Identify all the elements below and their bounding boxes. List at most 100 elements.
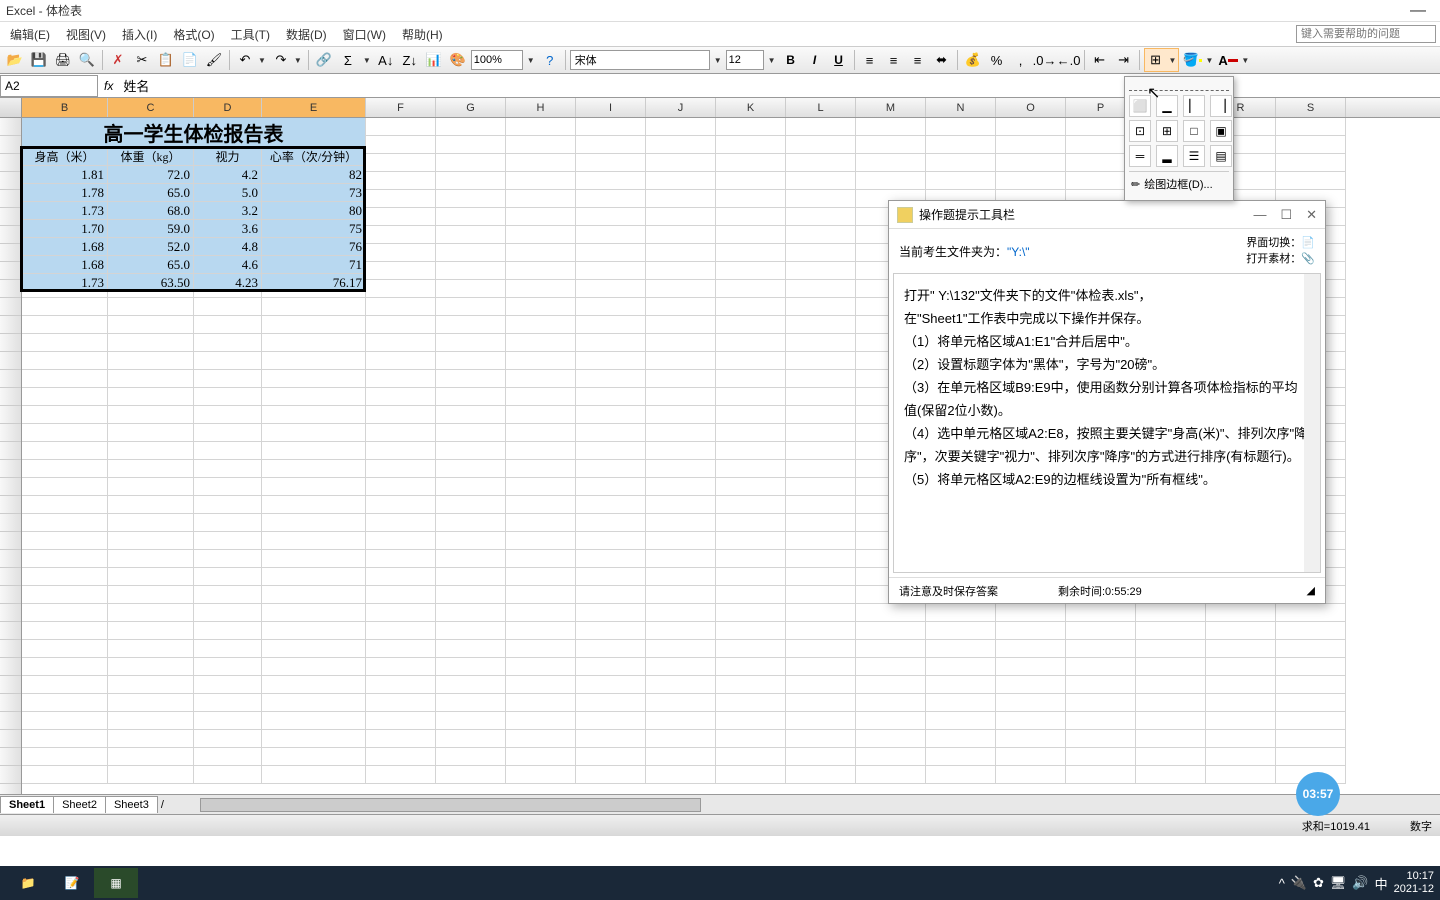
menu-data[interactable]: 数据(D) bbox=[280, 24, 333, 45]
open-icon[interactable]: 📂 bbox=[4, 49, 26, 71]
taskbar-explorer[interactable]: 📁 bbox=[6, 868, 50, 898]
font-dropdown[interactable]: ▼ bbox=[712, 56, 724, 65]
data-cell[interactable]: 1.81 bbox=[22, 166, 108, 184]
sheet-tab-2[interactable]: Sheet2 bbox=[53, 796, 106, 813]
bold-button[interactable]: B bbox=[780, 49, 802, 71]
task-minimize-button[interactable]: — bbox=[1253, 207, 1266, 223]
row-header[interactable] bbox=[0, 766, 21, 784]
border-left[interactable]: ▏ bbox=[1183, 95, 1205, 117]
data-cell[interactable]: 1.73 bbox=[22, 274, 108, 292]
size-dropdown[interactable]: ▼ bbox=[766, 56, 778, 65]
save-icon[interactable]: 💾 bbox=[28, 49, 50, 71]
undo-button[interactable]: ↶▼ bbox=[234, 49, 268, 71]
border-none[interactable]: ⬜ bbox=[1129, 95, 1151, 117]
chart-icon[interactable]: 📊 bbox=[423, 49, 445, 71]
underline-button[interactable]: U bbox=[828, 49, 850, 71]
col-header-N[interactable]: N bbox=[926, 98, 996, 117]
col-header-I[interactable]: I bbox=[576, 98, 646, 117]
row-header[interactable] bbox=[0, 118, 21, 136]
popup-handle[interactable] bbox=[1129, 81, 1229, 91]
percent-icon[interactable]: % bbox=[986, 49, 1008, 71]
tray-volume-icon[interactable]: 🔊 bbox=[1352, 875, 1368, 891]
row-header[interactable] bbox=[0, 640, 21, 658]
data-cell[interactable]: 65.0 bbox=[108, 184, 194, 202]
col-header-S[interactable]: S bbox=[1276, 98, 1346, 117]
col-header-D[interactable]: D bbox=[194, 98, 262, 117]
border-all[interactable]: ⊞ bbox=[1156, 120, 1178, 142]
size-select[interactable] bbox=[726, 50, 764, 70]
border-bottom[interactable]: ▁ bbox=[1156, 95, 1178, 117]
data-cell[interactable]: 59.0 bbox=[108, 220, 194, 238]
data-cell[interactable]: 1.70 bbox=[22, 220, 108, 238]
spell-icon[interactable]: ✗ bbox=[107, 49, 129, 71]
help-icon[interactable]: ? bbox=[539, 49, 561, 71]
sheet-tab-1[interactable]: Sheet1 bbox=[0, 796, 54, 813]
menu-help[interactable]: 帮助(H) bbox=[396, 24, 449, 45]
data-cell[interactable]: 4.6 bbox=[194, 256, 262, 274]
cut-icon[interactable]: ✂ bbox=[131, 49, 153, 71]
row-header[interactable] bbox=[0, 478, 21, 496]
data-cell[interactable]: 4.23 bbox=[194, 274, 262, 292]
border-outside[interactable]: □ bbox=[1183, 120, 1205, 142]
row-header[interactable] bbox=[0, 280, 21, 298]
data-cell[interactable]: 82 bbox=[262, 166, 366, 184]
data-cell[interactable]: 76.17 bbox=[262, 274, 366, 292]
row-header[interactable] bbox=[0, 604, 21, 622]
task-scrollbar[interactable] bbox=[1304, 274, 1320, 572]
zoom-select[interactable] bbox=[471, 50, 523, 70]
align-center-icon[interactable]: ≡ bbox=[883, 49, 905, 71]
row-header[interactable] bbox=[0, 352, 21, 370]
task-panel-titlebar[interactable]: 操作题提示工具栏 — ☐ ✕ bbox=[889, 201, 1325, 229]
col-header-C[interactable]: C bbox=[108, 98, 194, 117]
copy-icon[interactable]: 📋 bbox=[155, 49, 177, 71]
row-header[interactable] bbox=[0, 460, 21, 478]
border-right[interactable]: ▕ bbox=[1210, 95, 1232, 117]
row-header[interactable] bbox=[0, 424, 21, 442]
resize-grip-icon[interactable]: ◢ bbox=[1307, 584, 1315, 597]
menu-view[interactable]: 视图(V) bbox=[60, 24, 112, 45]
taskbar-app[interactable]: 📝 bbox=[50, 868, 94, 898]
row-header[interactable] bbox=[0, 730, 21, 748]
row-header[interactable] bbox=[0, 244, 21, 262]
tray-ime[interactable]: 中 bbox=[1375, 874, 1388, 893]
col-header-O[interactable]: O bbox=[996, 98, 1066, 117]
italic-button[interactable]: I bbox=[804, 49, 826, 71]
border-thick-box[interactable]: ▣ bbox=[1210, 120, 1232, 142]
hyperlink-icon[interactable]: 🔗 bbox=[313, 49, 335, 71]
row-header[interactable] bbox=[0, 658, 21, 676]
menu-format[interactable]: 格式(O) bbox=[167, 24, 220, 45]
row-header[interactable] bbox=[0, 532, 21, 550]
header-cell[interactable]: 身高（米） bbox=[22, 148, 108, 166]
data-cell[interactable]: 72.0 bbox=[108, 166, 194, 184]
title-cell[interactable]: 高一学生体检报告表 bbox=[22, 118, 366, 148]
row-header[interactable] bbox=[0, 226, 21, 244]
merge-center-icon[interactable]: ⬌ bbox=[931, 49, 953, 71]
zoom-dropdown[interactable]: ▼ bbox=[525, 56, 537, 65]
sort-desc-icon[interactable]: Z↓ bbox=[399, 49, 421, 71]
row-header[interactable] bbox=[0, 190, 21, 208]
col-header-K[interactable]: K bbox=[716, 98, 786, 117]
menu-tools[interactable]: 工具(T) bbox=[225, 24, 276, 45]
border-thick-bottom[interactable]: ▂ bbox=[1156, 145, 1178, 167]
horizontal-scrollbar[interactable] bbox=[188, 797, 1440, 813]
data-cell[interactable]: 71 bbox=[262, 256, 366, 274]
row-header[interactable] bbox=[0, 586, 21, 604]
col-header-M[interactable]: M bbox=[856, 98, 926, 117]
task-hint-panel[interactable]: 操作题提示工具栏 — ☐ ✕ 当前考生文件夹为："Y:\" 界面切换：📄 打开素… bbox=[888, 200, 1326, 604]
border-button[interactable]: ⊞▼ bbox=[1144, 48, 1180, 72]
row-header[interactable] bbox=[0, 172, 21, 190]
fx-icon[interactable]: fx bbox=[98, 79, 119, 93]
switch-ui-link[interactable]: 📄 bbox=[1301, 237, 1315, 249]
permission-icon[interactable]: 🔍 bbox=[76, 49, 98, 71]
tray-power-icon[interactable]: 🔌 bbox=[1291, 875, 1307, 891]
row-header[interactable] bbox=[0, 406, 21, 424]
data-cell[interactable]: 1.68 bbox=[22, 256, 108, 274]
paste-icon[interactable]: 📄 bbox=[179, 49, 201, 71]
row-header[interactable] bbox=[0, 154, 21, 172]
row-header[interactable] bbox=[0, 712, 21, 730]
data-cell[interactable]: 3.2 bbox=[194, 202, 262, 220]
task-maximize-button[interactable]: ☐ bbox=[1280, 207, 1292, 223]
increase-decimal-icon[interactable]: .0→ bbox=[1034, 49, 1056, 71]
row-header[interactable] bbox=[0, 622, 21, 640]
col-header-J[interactable]: J bbox=[646, 98, 716, 117]
